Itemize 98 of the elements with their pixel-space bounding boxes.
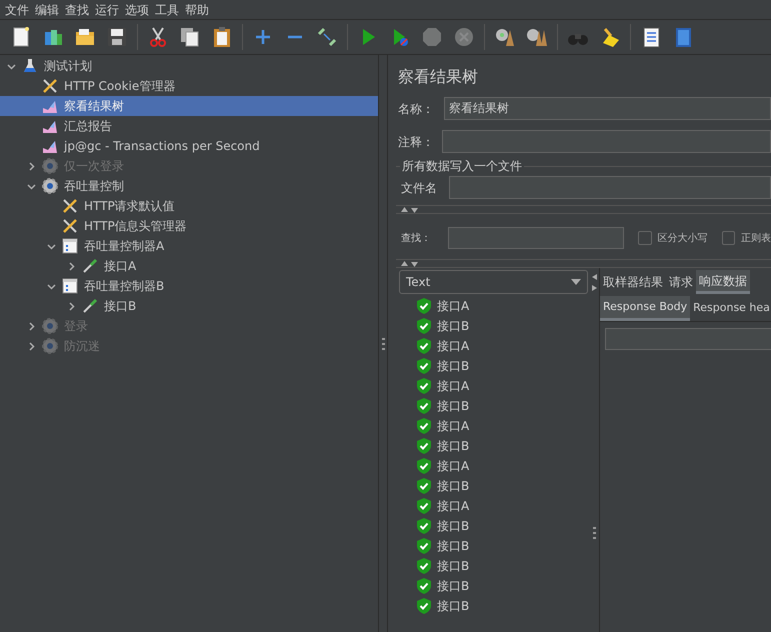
shield-check-icon — [417, 398, 431, 414]
result-item[interactable]: 接口A — [396, 296, 590, 316]
gear-icon — [42, 158, 58, 174]
shield-check-icon — [417, 338, 431, 354]
menu-item[interactable]: 帮助 — [182, 0, 212, 18]
field-label: 注释： — [398, 134, 435, 150]
result-item[interactable]: 接口B — [396, 596, 590, 616]
menu-item[interactable]: 文件 — [2, 0, 32, 18]
pages-icon[interactable] — [179, 26, 201, 48]
checkbox[interactable] — [722, 231, 735, 245]
result-item[interactable]: 接口A — [396, 416, 590, 436]
shield-check-icon — [417, 598, 431, 614]
tree-item[interactable]: jp@gc - Transactions per Second — [0, 136, 378, 156]
checkbox[interactable] — [638, 231, 652, 245]
menu-item[interactable]: 选项 — [122, 0, 152, 18]
caret-down-icon — [571, 279, 581, 285]
split-arrows-icon[interactable] — [592, 274, 597, 291]
result-item[interactable]: 接口B — [396, 396, 590, 416]
checkbox-label: 区分大小写 — [658, 232, 708, 246]
input-field[interactable] — [605, 328, 771, 350]
tab[interactable]: Response Body — [600, 296, 690, 321]
tree-item[interactable]: 接口A — [0, 256, 378, 276]
shield-check-icon — [417, 538, 431, 554]
chevron-down-icon[interactable] — [6, 62, 16, 70]
tab[interactable]: 请求 — [666, 270, 696, 294]
tree-item[interactable]: 察看结果树 — [0, 96, 378, 116]
menu-item[interactable]: 工具 — [152, 0, 182, 18]
tree-item[interactable]: HTTP请求默认值 — [0, 196, 378, 216]
scissors-icon[interactable] — [147, 26, 169, 48]
input-field[interactable]: 察看结果树 — [444, 97, 771, 120]
shield-check-icon — [417, 378, 431, 394]
chevron-down-icon[interactable] — [46, 242, 56, 250]
group-title: 所有数据写入一个文件 — [401, 158, 523, 175]
result-item[interactable]: 接口A — [396, 336, 590, 356]
gear-icon — [42, 178, 58, 194]
tree-item[interactable]: 汇总报告 — [0, 116, 378, 136]
result-item[interactable]: 接口A — [396, 496, 590, 516]
checkbox-label: 正则表 — [741, 232, 771, 246]
search-field[interactable] — [448, 227, 624, 249]
tree-item[interactable]: 接口B — [0, 296, 378, 316]
gear-icon — [42, 338, 58, 354]
shield-check-icon — [417, 498, 431, 514]
chevron-down-icon[interactable] — [26, 182, 36, 190]
folder-icon[interactable] — [74, 26, 96, 48]
renderer-dropdown[interactable]: Text — [399, 270, 588, 294]
shield-check-icon — [417, 578, 431, 594]
pipette-icon — [82, 298, 98, 314]
tab[interactable]: 响应数据 — [696, 270, 750, 294]
shield-check-icon — [417, 438, 431, 454]
menu-item[interactable]: 查找 — [62, 0, 92, 18]
tree-item[interactable]: 测试计划 — [0, 56, 378, 76]
tree-item[interactable]: HTTP Cookie管理器 — [0, 76, 378, 96]
wrench-screwdriver-icon — [62, 198, 78, 214]
gear-icon — [42, 318, 58, 334]
shield-check-icon — [417, 478, 431, 494]
tree-item[interactable]: 吞吐量控制器A — [0, 236, 378, 256]
flask-icon — [22, 58, 38, 74]
chevron-right-icon[interactable] — [66, 302, 76, 310]
result-item[interactable]: 接口B — [396, 316, 590, 336]
clipboard-icon[interactable] — [211, 26, 233, 48]
shield-check-icon — [417, 418, 431, 434]
result-item[interactable]: 接口B — [396, 356, 590, 376]
result-item[interactable]: 接口B — [396, 436, 590, 456]
shield-check-icon — [417, 558, 431, 574]
splitter-grip-icon[interactable] — [593, 527, 596, 539]
menu-item[interactable]: 运行 — [92, 0, 122, 18]
shield-check-icon — [417, 518, 431, 534]
result-item[interactable]: 接口B — [396, 576, 590, 596]
tab[interactable]: Response hea — [690, 296, 771, 321]
window-icon — [62, 238, 78, 254]
window-icon — [62, 278, 78, 294]
tree-item[interactable]: 吞吐量控制器B — [0, 276, 378, 296]
shield-check-icon — [417, 358, 431, 374]
input-field[interactable] — [442, 130, 771, 153]
result-item[interactable]: 接口B — [396, 476, 590, 496]
splitter-grip-icon[interactable] — [382, 338, 384, 350]
menu-item[interactable]: 编辑 — [32, 0, 62, 18]
panel-title: 察看结果树 — [398, 66, 479, 88]
result-item[interactable]: 接口A — [396, 376, 590, 396]
field-label: 名称： — [398, 100, 435, 118]
chevron-down-icon[interactable] — [46, 282, 56, 290]
shield-check-icon — [417, 318, 431, 334]
input-field[interactable] — [449, 176, 771, 199]
result-item[interactable]: 接口B — [396, 556, 590, 576]
tab[interactable]: 取样器结果 — [600, 270, 666, 294]
tree-item[interactable]: HTTP信息头管理器 — [0, 216, 378, 236]
result-item[interactable]: 接口A — [396, 456, 590, 476]
field-label: 查找： — [401, 232, 432, 246]
tree-item[interactable]: 吞吐量控制 — [0, 176, 378, 196]
shield-check-icon — [417, 298, 431, 314]
pipette-icon — [82, 258, 98, 274]
wrench-screwdriver-icon — [42, 78, 58, 94]
result-item[interactable]: 接口B — [396, 536, 590, 556]
shield-check-icon — [417, 458, 431, 474]
result-item[interactable]: 接口B — [396, 516, 590, 536]
wrench-screwdriver-icon — [62, 218, 78, 234]
chevron-right-icon[interactable] — [66, 262, 76, 270]
field-label: 文件名 — [401, 180, 438, 196]
